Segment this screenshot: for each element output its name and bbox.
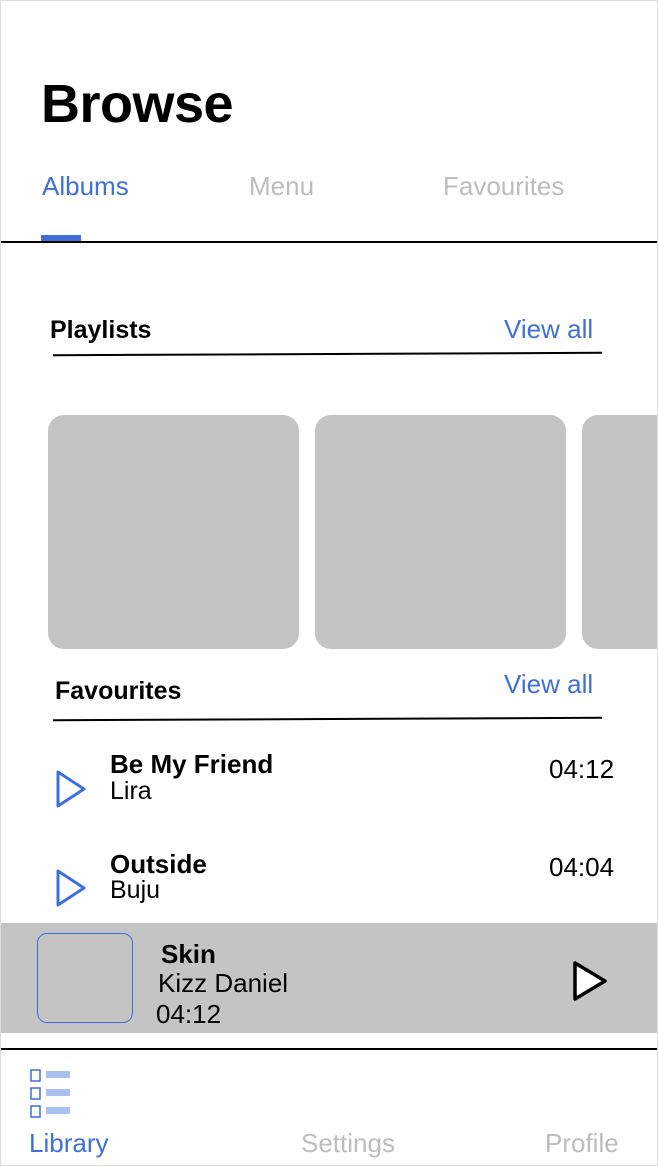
nav-settings[interactable]: Settings (301, 1128, 395, 1159)
play-icon[interactable] (571, 959, 609, 1003)
playlist-card[interactable] (582, 415, 657, 649)
favourites-divider (52, 716, 603, 722)
library-list-icon[interactable] (29, 1067, 71, 1121)
tab-divider (1, 241, 657, 243)
playlists-view-all-link[interactable]: View all (504, 314, 593, 345)
song-artist: Buju (110, 876, 161, 904)
song-duration: 04:12 (549, 754, 615, 784)
album-art (37, 933, 133, 1023)
app-screen: Browse Albums Menu Favourites Playlists … (0, 0, 658, 1166)
favourites-view-all-link[interactable]: View all (504, 669, 593, 700)
song-title[interactable]: Be My Friend (110, 749, 273, 780)
favourites-heading: Favourites (55, 677, 182, 705)
nav-profile[interactable]: Profile (545, 1128, 619, 1159)
now-playing-artist: Kizz Daniel (158, 968, 289, 998)
playlist-card[interactable] (48, 415, 299, 649)
tab-albums[interactable]: Albums (42, 171, 129, 202)
bottom-nav-divider (1, 1048, 657, 1050)
playlist-card[interactable] (315, 415, 566, 649)
now-playing-title: Skin (161, 939, 216, 969)
song-artist: Lira (110, 777, 152, 805)
play-icon[interactable] (55, 769, 87, 809)
nav-library[interactable]: Library (29, 1128, 108, 1159)
tab-favourites[interactable]: Favourites (443, 171, 564, 202)
play-icon[interactable] (55, 868, 87, 908)
tab-menu[interactable]: Menu (249, 171, 314, 202)
page-title: Browse (41, 74, 234, 134)
now-playing-bar[interactable]: Skin Kizz Daniel 04:12 (1, 923, 657, 1033)
song-duration: 04:04 (549, 852, 615, 882)
playlists-heading: Playlists (50, 316, 152, 344)
playlists-divider (52, 351, 603, 357)
now-playing-time: 04:12 (156, 999, 222, 1029)
